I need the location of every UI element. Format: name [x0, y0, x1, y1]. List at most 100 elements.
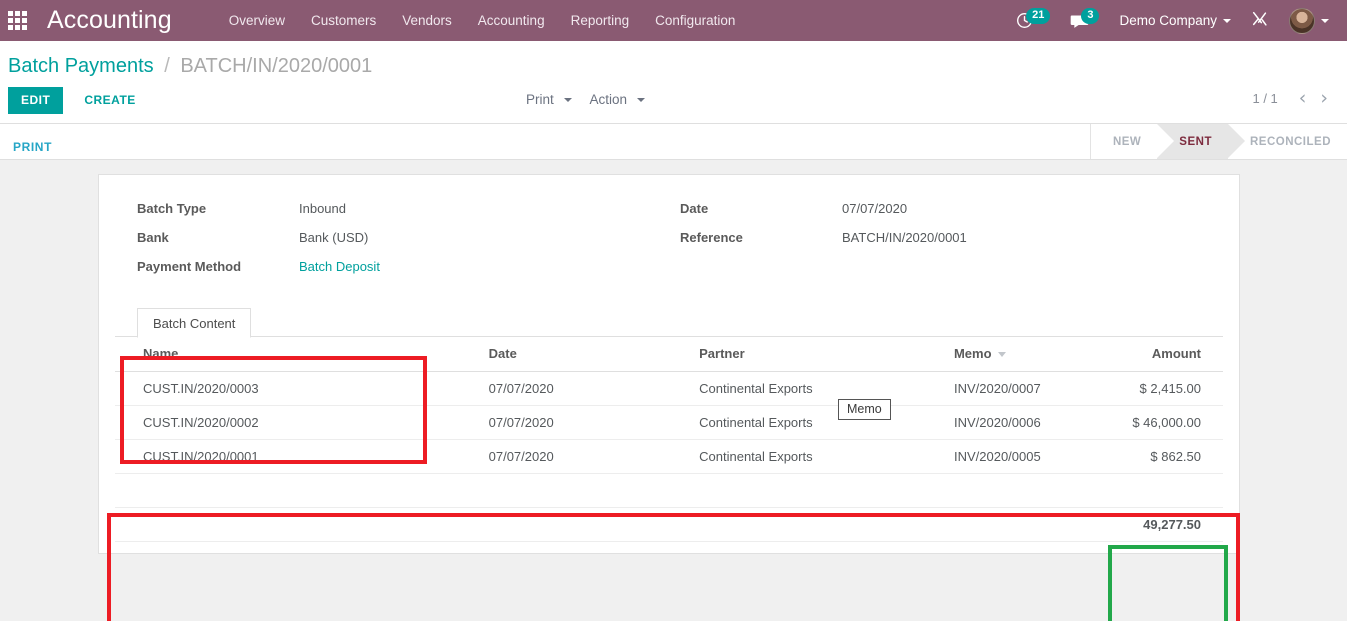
status-stage-reconciled[interactable]: RECONCILED	[1227, 124, 1347, 159]
form-fields-grid: Batch Type Inbound Bank Bank (USD) Payme…	[115, 191, 1223, 301]
column-header-partner[interactable]: Partner	[691, 337, 946, 372]
column-header-memo[interactable]: Memo	[945, 337, 1102, 372]
field-value-bank: Bank (USD)	[299, 230, 369, 245]
field-value-batch-type: Inbound	[299, 201, 346, 216]
field-label-batch-type: Batch Type	[137, 201, 207, 216]
control-panel-buttons: EDIT CREATE Print Action 1 / 1 ‹ ›	[0, 87, 1347, 123]
breadcrumb-current: BATCH/IN/2020/0001	[180, 55, 373, 77]
notebook-tabs: Batch Content	[115, 307, 1223, 338]
cell-partner: Continental Exports	[691, 371, 946, 406]
print-button[interactable]: PRINT	[0, 124, 62, 159]
company-switcher[interactable]: Demo Company	[1109, 0, 1241, 41]
apps-grid-icon[interactable]	[0, 0, 34, 41]
field-label-payment-method: Payment Method	[137, 259, 242, 274]
field-reference: Reference BATCH/IN/2020/0001	[680, 229, 1223, 246]
activities-menu[interactable]: 21	[1006, 0, 1060, 41]
chevron-down-icon	[1321, 18, 1329, 23]
cell-date: 07/07/2020	[480, 405, 692, 440]
total-spacer	[115, 507, 481, 542]
grid-glyph	[7, 11, 27, 30]
column-header-name[interactable]: Name	[115, 337, 481, 372]
tab-batch-content[interactable]: Batch Content	[137, 308, 252, 338]
spacer-cell	[480, 473, 692, 508]
table-row[interactable]: CUST.IN/2020/0002 07/07/2020 Continental…	[115, 405, 1223, 440]
cell-amount: $ 862.50	[1101, 439, 1223, 474]
cell-partner: Continental Exports	[691, 439, 946, 474]
app-brand-title[interactable]: Accounting	[47, 6, 172, 35]
systray: 21 3 Demo Company	[1006, 0, 1339, 41]
field-label-bank: Bank	[137, 230, 169, 245]
print-dropdown[interactable]: Print	[521, 89, 577, 110]
menu-item-vendors[interactable]: Vendors	[389, 0, 465, 41]
cell-memo: INV/2020/0006	[945, 405, 1102, 440]
menu-item-reporting[interactable]: Reporting	[558, 0, 643, 41]
field-batch-type: Batch Type Inbound	[137, 200, 680, 217]
menu-item-overview[interactable]: Overview	[216, 0, 298, 41]
sort-descending-icon	[997, 352, 1006, 358]
pager-previous-icon[interactable]: ‹	[1292, 89, 1314, 108]
pager: 1 / 1 ‹ ›	[1252, 89, 1335, 108]
cell-date: 07/07/2020	[480, 439, 692, 474]
avatar	[1289, 7, 1315, 34]
field-date: Date 07/07/2020	[680, 200, 1223, 217]
column-header-date[interactable]: Date	[480, 337, 692, 372]
tools-icon	[1251, 10, 1269, 31]
total-spacer	[480, 507, 692, 542]
cell-date: 07/07/2020	[480, 371, 692, 406]
table-spacer-row	[115, 473, 1223, 508]
main-menu: Overview Customers Vendors Accounting Re…	[216, 0, 749, 41]
table-header-row: Name Date Partner Memo Amount	[115, 337, 1223, 372]
spacer-cell	[691, 473, 946, 508]
breadcrumb-separator: /	[164, 55, 170, 77]
action-dropdown[interactable]: Action	[585, 89, 650, 110]
form-left-column: Batch Type Inbound Bank Bank (USD) Payme…	[137, 200, 680, 287]
breadcrumb: Batch Payments / BATCH/IN/2020/0001	[0, 41, 1347, 87]
cell-name: CUST.IN/2020/0001	[115, 439, 481, 474]
cell-amount: $ 2,415.00	[1101, 371, 1223, 406]
form-content-area: Batch Type Inbound Bank Bank (USD) Payme…	[0, 160, 1347, 621]
user-menu[interactable]	[1279, 0, 1339, 41]
table-total-row: 49,277.50	[115, 507, 1223, 542]
chevron-down-icon	[1223, 18, 1231, 23]
table-body: CUST.IN/2020/0003 07/07/2020 Continental…	[115, 371, 1223, 542]
edit-button[interactable]: EDIT	[8, 87, 64, 114]
cell-memo: INV/2020/0007	[945, 371, 1102, 406]
field-value-payment-method[interactable]: Batch Deposit	[299, 258, 380, 275]
breadcrumb-root-link[interactable]: Batch Payments	[8, 55, 154, 77]
field-label-date: Date	[680, 201, 709, 216]
control-panel-dropdowns: Print Action	[521, 89, 650, 110]
pager-value: 1 / 1	[1252, 91, 1278, 106]
field-value-reference: BATCH/IN/2020/0001	[842, 230, 967, 245]
status-pipeline: NEW SENT RECONCILED	[1089, 124, 1347, 159]
total-amount: 49,277.50	[1101, 507, 1223, 542]
table-row[interactable]: CUST.IN/2020/0001 07/07/2020 Continental…	[115, 439, 1223, 474]
total-spacer	[691, 507, 946, 542]
table-header: Name Date Partner Memo Amount	[115, 337, 1223, 372]
field-value-date: 07/07/2020	[842, 201, 908, 216]
menu-item-customers[interactable]: Customers	[298, 0, 389, 41]
menu-item-accounting[interactable]: Accounting	[465, 0, 558, 41]
cell-name: CUST.IN/2020/0002	[115, 405, 481, 440]
messages-menu[interactable]: 3	[1060, 0, 1109, 41]
memo-tooltip: Memo	[838, 399, 891, 420]
action-dropdown-label: Action	[589, 92, 628, 107]
annotation-box-amounts	[1108, 545, 1228, 621]
status-stage-new[interactable]: NEW	[1090, 124, 1158, 159]
spacer-cell	[945, 473, 1102, 508]
field-bank: Bank Bank (USD)	[137, 229, 680, 246]
table-row[interactable]: CUST.IN/2020/0003 07/07/2020 Continental…	[115, 371, 1223, 406]
batch-content-table: Name Date Partner Memo Amount CUST.IN/20…	[115, 337, 1223, 542]
total-spacer	[945, 507, 1102, 542]
cell-partner: Continental Exports	[691, 405, 946, 440]
cell-name: CUST.IN/2020/0003	[115, 371, 481, 406]
control-panel: Batch Payments / BATCH/IN/2020/0001 EDIT…	[0, 41, 1347, 124]
create-button[interactable]: CREATE	[72, 87, 145, 114]
status-stage-sent[interactable]: SENT	[1157, 124, 1245, 159]
menu-item-configuration[interactable]: Configuration	[642, 0, 748, 41]
top-navbar: Accounting Overview Customers Vendors Ac…	[0, 0, 1347, 41]
form-sheet: Batch Type Inbound Bank Bank (USD) Payme…	[98, 174, 1240, 554]
spacer-cell	[1101, 473, 1223, 508]
debug-tools-button[interactable]	[1241, 0, 1279, 41]
pager-next-icon[interactable]: ›	[1313, 89, 1335, 108]
column-header-amount[interactable]: Amount	[1101, 337, 1223, 372]
